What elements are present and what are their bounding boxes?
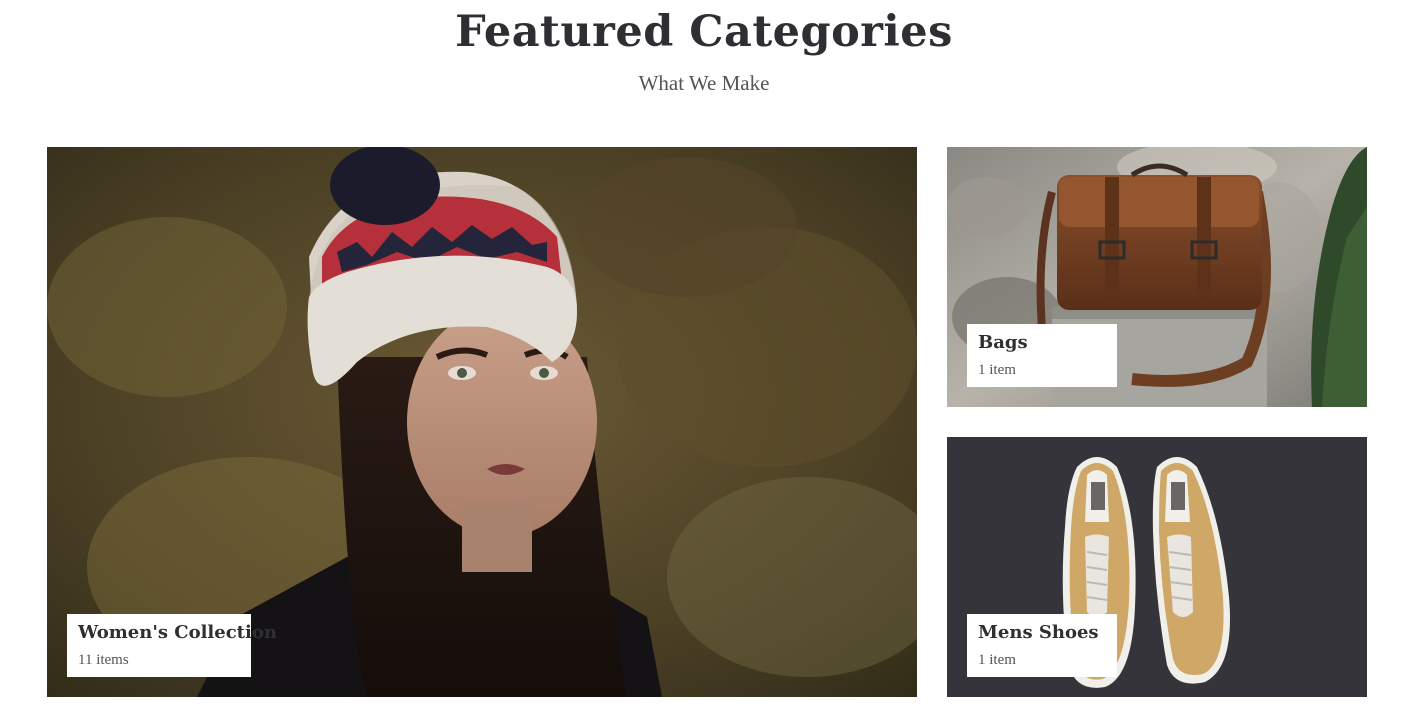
section-title: Featured Categories: [455, 7, 953, 57]
category-label-box[interactable]: Women's Collection 11 items: [67, 614, 277, 677]
category-label-box[interactable]: Mens Shoes 1 item: [967, 614, 1117, 677]
category-name[interactable]: Women's Collection: [78, 621, 277, 645]
category-tile-mens-shoes[interactable]: Mens Shoes 1 item: [947, 437, 1367, 697]
category-label-box[interactable]: Bags 1 item: [967, 324, 1117, 387]
category-tile-bags[interactable]: Bags 1 item: [947, 147, 1367, 407]
section-subtitle: What We Make: [638, 71, 770, 95]
category-name[interactable]: Mens Shoes: [978, 621, 1099, 645]
category-item-count: 1 item: [978, 362, 1016, 378]
category-tile-womens-collection[interactable]: Women's Collection 11 items: [47, 147, 917, 697]
category-item-count: 1 item: [978, 652, 1016, 668]
category-item-count: 11 items: [78, 652, 129, 668]
category-name[interactable]: Bags: [978, 331, 1028, 355]
